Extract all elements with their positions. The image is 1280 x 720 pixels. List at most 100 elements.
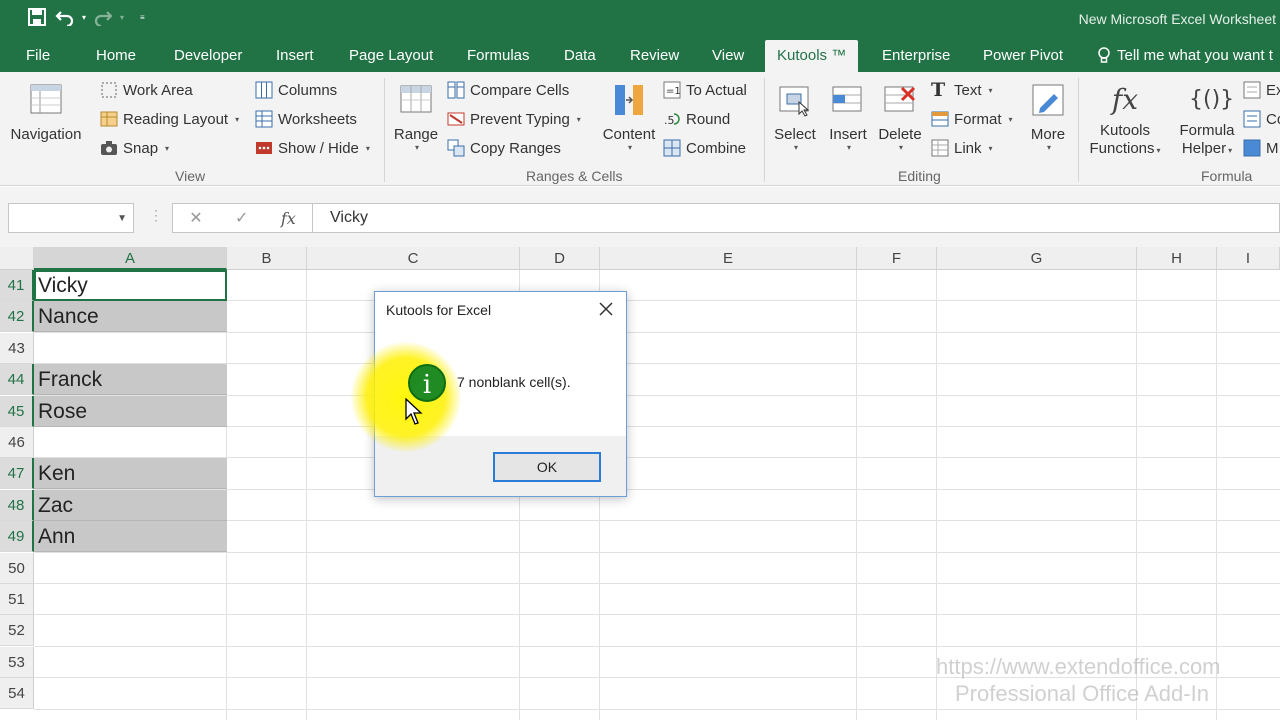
row-header[interactable]: 46: [0, 427, 34, 458]
prevent-typing-dropdown-icon[interactable]: ▾: [577, 115, 581, 124]
cell-a[interactable]: Franck: [34, 364, 227, 396]
select-all-corner[interactable]: [0, 247, 34, 270]
row-header[interactable]: 50: [0, 552, 34, 584]
reading-layout-dropdown-icon[interactable]: ▾: [235, 115, 239, 124]
tab-home[interactable]: Home: [96, 40, 136, 72]
enter-icon[interactable]: ✓: [235, 208, 248, 228]
formula-extra-button-2[interactable]: Co: [1243, 107, 1280, 131]
cell-a[interactable]: [34, 553, 227, 584]
show-hide-button[interactable]: Show / Hide ▾: [255, 136, 370, 160]
close-icon[interactable]: [596, 299, 616, 319]
formula-helper-dropdown-icon[interactable]: ▾: [1228, 146, 1232, 155]
row-header[interactable]: 43: [0, 332, 34, 364]
row-header[interactable]: 48: [0, 489, 34, 521]
row-header[interactable]: 44: [0, 364, 34, 396]
select-button[interactable]: Select ▾: [772, 82, 818, 152]
cell-a[interactable]: Ann: [34, 521, 227, 553]
column-header-a[interactable]: A: [34, 247, 227, 270]
name-box[interactable]: ▼: [8, 203, 134, 233]
column-header-b[interactable]: B: [227, 247, 307, 270]
reading-layout-button[interactable]: Reading Layout ▾: [100, 107, 239, 131]
snap-dropdown-icon[interactable]: ▾: [165, 144, 169, 153]
formula-helper-button[interactable]: {()} Formula Helper ▾: [1172, 82, 1242, 160]
copy-ranges-button[interactable]: Copy Ranges: [447, 136, 561, 160]
tab-file[interactable]: File: [26, 40, 50, 72]
tell-me-box[interactable]: Tell me what you want t: [1097, 40, 1273, 72]
redo-icon[interactable]: [92, 6, 114, 28]
formula-input[interactable]: Vicky: [312, 203, 1280, 233]
column-header-h[interactable]: H: [1137, 247, 1217, 270]
range-button[interactable]: Range ▾: [392, 82, 440, 152]
link-dropdown-icon[interactable]: ▾: [989, 144, 993, 153]
kutools-functions-dropdown-icon[interactable]: ▾: [1157, 146, 1161, 155]
cell-a[interactable]: Nance: [34, 301, 227, 333]
more-dropdown-icon[interactable]: ▾: [1028, 143, 1070, 152]
insert-dropdown-icon[interactable]: ▾: [828, 143, 870, 152]
row-header[interactable]: 42: [0, 301, 34, 333]
work-area-button[interactable]: Work Area: [100, 78, 193, 102]
column-header-g[interactable]: G: [937, 247, 1137, 270]
row-header[interactable]: 45: [0, 395, 34, 427]
column-header-f[interactable]: F: [857, 247, 937, 270]
ok-button[interactable]: OK: [493, 452, 601, 482]
tab-view[interactable]: View: [712, 40, 744, 72]
columns-button[interactable]: Columns: [255, 78, 337, 102]
delete-button[interactable]: Delete ▾: [877, 82, 923, 152]
name-box-dropdown-icon[interactable]: ▼: [117, 213, 127, 224]
cell-a[interactable]: [34, 678, 227, 709]
content-dropdown-icon[interactable]: ▾: [602, 143, 658, 152]
tab-page-layout[interactable]: Page Layout: [349, 40, 433, 72]
snap-button[interactable]: Snap ▾: [100, 136, 169, 160]
column-header-c[interactable]: C: [307, 247, 520, 270]
row-header[interactable]: 47: [0, 458, 34, 490]
insert-button[interactable]: Insert ▾: [826, 82, 870, 152]
redo-dropdown-icon[interactable]: ▾: [120, 13, 124, 22]
column-header-e[interactable]: E: [600, 247, 857, 270]
tab-data[interactable]: Data: [564, 40, 596, 72]
formula-extra-button-1[interactable]: Ex: [1243, 78, 1280, 102]
cell-a[interactable]: Ken: [34, 458, 227, 490]
more-button[interactable]: More ▾: [1026, 82, 1070, 152]
cell-a[interactable]: [34, 333, 227, 364]
undo-dropdown-icon[interactable]: ▾: [82, 13, 86, 22]
row-header[interactable]: 53: [0, 646, 34, 678]
tab-formulas[interactable]: Formulas: [467, 40, 530, 72]
cell-a[interactable]: Zac: [34, 489, 227, 521]
select-dropdown-icon[interactable]: ▾: [774, 143, 818, 152]
worksheets-button[interactable]: Worksheets: [255, 107, 357, 131]
navigation-button[interactable]: Navigation: [8, 82, 84, 143]
insert-function-icon[interactable]: fx: [281, 209, 296, 228]
tab-insert[interactable]: Insert: [276, 40, 314, 72]
row-header[interactable]: 51: [0, 584, 34, 615]
tab-kutools[interactable]: Kutools ™: [765, 40, 859, 73]
row-header[interactable]: 49: [0, 521, 34, 553]
column-header-d[interactable]: D: [520, 247, 600, 270]
active-cell[interactable]: Vicky: [34, 270, 227, 301]
kutools-functions-button[interactable]: fx Kutools Functions ▾: [1085, 82, 1165, 160]
column-header-i[interactable]: I: [1217, 247, 1280, 270]
format-button[interactable]: Format ▾: [931, 107, 1013, 131]
to-actual-button[interactable]: =1 To Actual: [663, 78, 747, 102]
format-dropdown-icon[interactable]: ▾: [1009, 115, 1013, 124]
delete-dropdown-icon[interactable]: ▾: [879, 143, 923, 152]
formula-extra-button-3[interactable]: M: [1243, 136, 1279, 160]
link-button[interactable]: Link ▾: [931, 136, 993, 160]
cell-a[interactable]: [34, 427, 227, 458]
cell-a[interactable]: [34, 615, 227, 646]
worksheet-grid[interactable]: A B C D E F G H I 41 Vicky 42 Nance 43 44 Franck 45 Rose 4…: [0, 247, 1280, 720]
row-header[interactable]: 54: [0, 678, 34, 710]
row-header[interactable]: 41: [0, 270, 34, 301]
save-icon[interactable]: [26, 6, 48, 28]
customize-qat-icon[interactable]: ≡: [140, 13, 145, 22]
combine-button[interactable]: Combine: [663, 136, 746, 160]
tab-developer[interactable]: Developer: [174, 40, 242, 72]
range-dropdown-icon[interactable]: ▾: [394, 143, 440, 152]
tab-power-pivot[interactable]: Power Pivot: [983, 40, 1063, 72]
prevent-typing-button[interactable]: Prevent Typing ▾: [447, 107, 581, 131]
text-dropdown-icon[interactable]: ▾: [989, 86, 993, 95]
row-header[interactable]: 52: [0, 615, 34, 647]
tab-review[interactable]: Review: [630, 40, 679, 72]
compare-cells-button[interactable]: Compare Cells: [447, 78, 569, 102]
tab-enterprise[interactable]: Enterprise: [882, 40, 950, 72]
undo-icon[interactable]: [54, 6, 76, 28]
